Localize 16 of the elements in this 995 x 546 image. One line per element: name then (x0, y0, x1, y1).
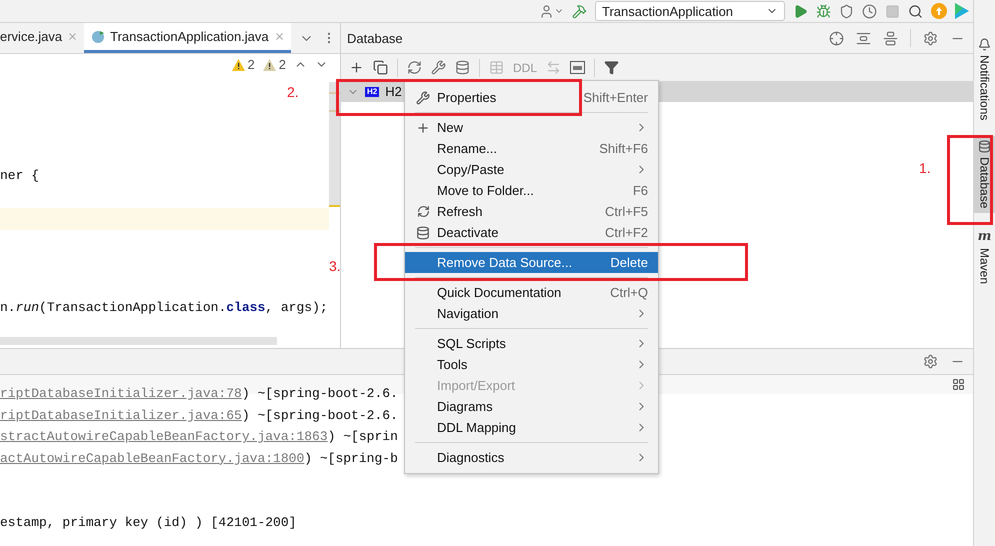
tree-item-label: H2 (385, 84, 402, 99)
console-line: riptDatabaseInitializer.java:78) ~[spring-boot-2.6. (0, 386, 398, 402)
console-line: estamp, primary key (id) ) [42101-200] (0, 515, 296, 530)
step-number: 2. (287, 84, 299, 100)
maven-icon: m (978, 228, 992, 244)
code-line: ner { (0, 168, 40, 182)
console-line: riptDatabaseInitializer.java:65) ~[spring-boot-2.6. (0, 408, 398, 423)
warning-count: 2 (248, 57, 255, 72)
step-number: 3. (329, 258, 341, 274)
step-number: 1. (919, 160, 931, 176)
console-line: stractAutowireCapableBeanFactory.java:1863) ~[sprin (0, 429, 398, 444)
code-line: n.run(TransactionApplication.class, args); (0, 300, 328, 314)
panel-title: Database (347, 30, 404, 46)
warning-count: 2 (278, 57, 286, 72)
database-badge: H2 (365, 86, 380, 96)
console-line: actAutowireCapableBeanFactory.java:1800) ~[spring-b (0, 450, 398, 466)
